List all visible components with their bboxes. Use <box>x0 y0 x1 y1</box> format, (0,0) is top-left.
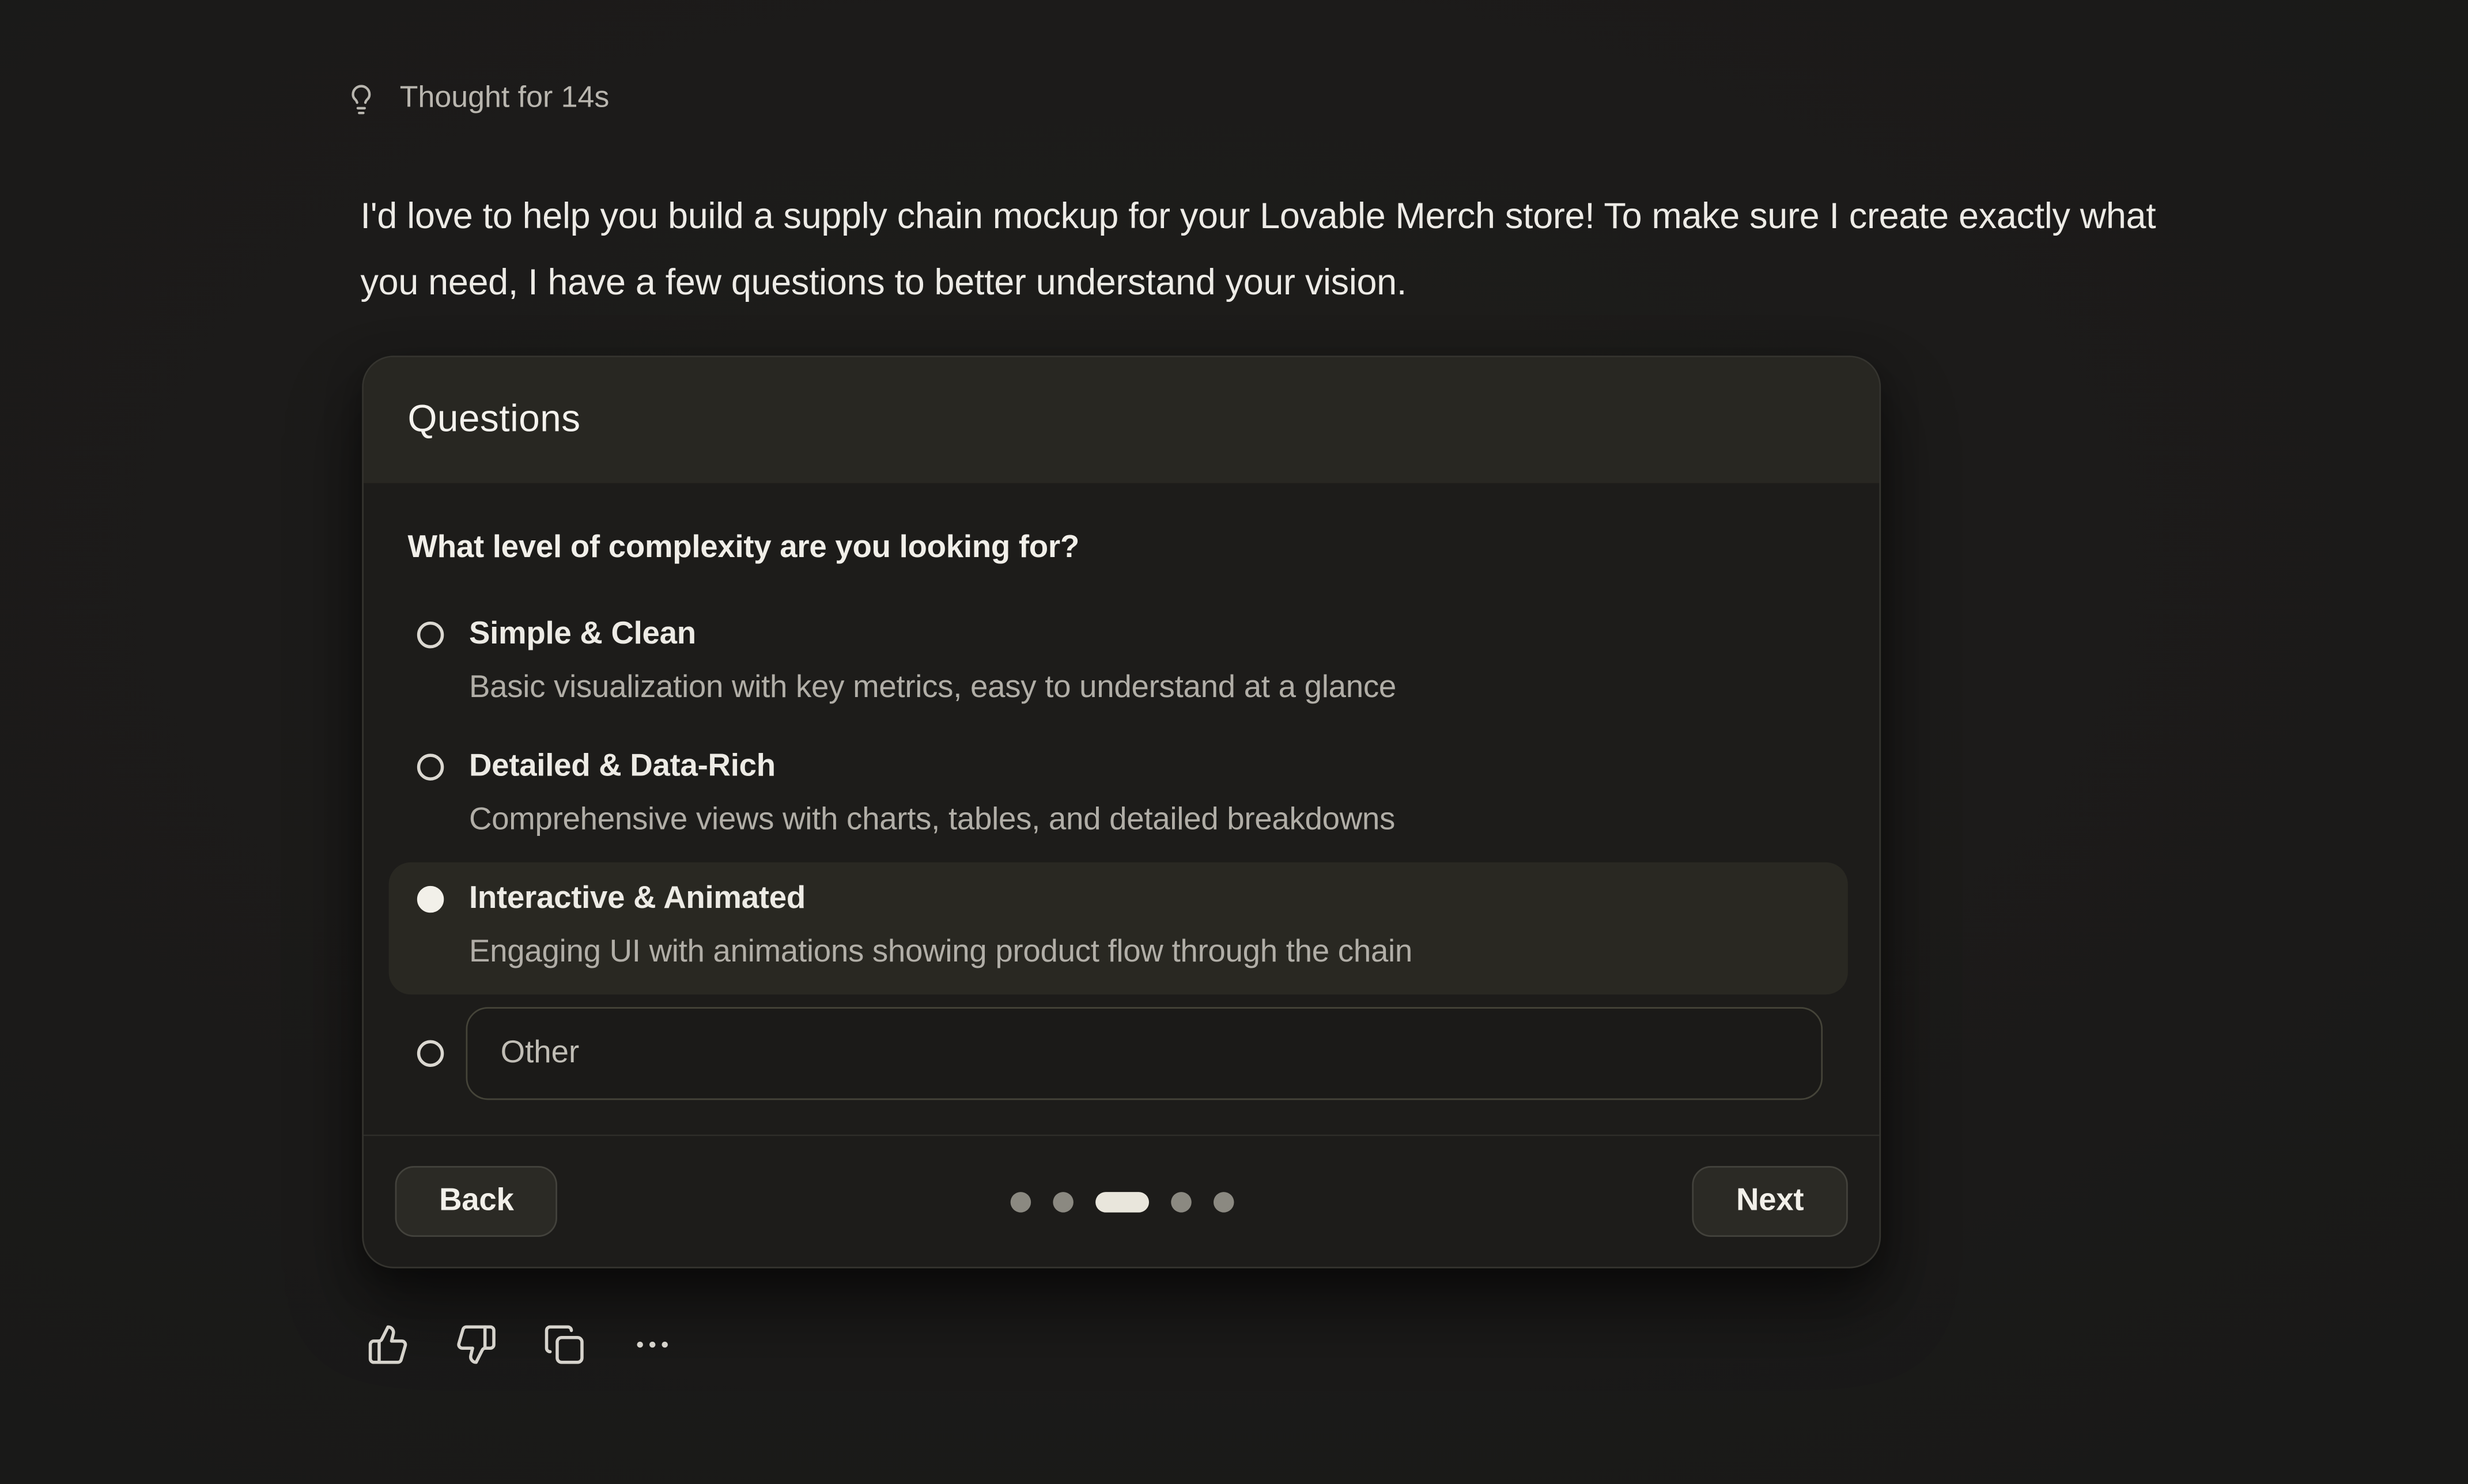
message-actions-toolbar <box>366 1323 674 1366</box>
option-label: Simple & Clean <box>469 614 1396 656</box>
pagination-dot <box>1052 1191 1073 1212</box>
thumbs-down-icon <box>455 1323 497 1366</box>
more-options-button[interactable] <box>631 1323 674 1366</box>
option-description: Engaging UI with animations showing prod… <box>469 932 1412 974</box>
radio-icon[interactable] <box>417 622 444 648</box>
thought-duration-row[interactable]: Thought for 14s <box>345 82 609 116</box>
question-text: What level of complexity are you looking… <box>407 531 1835 567</box>
option-detailed-data-rich[interactable]: Detailed & Data-Rich Comprehensive views… <box>389 730 1848 862</box>
questions-card-header: Questions <box>364 357 1879 483</box>
thumbs-up-button[interactable] <box>366 1323 409 1366</box>
options-list: Simple & Clean Basic visualization with … <box>389 598 1848 1112</box>
assistant-message-text: I'd love to help you build a supply chai… <box>361 183 2218 315</box>
next-button[interactable]: Next <box>1692 1166 1847 1237</box>
radio-icon[interactable] <box>417 886 444 913</box>
thumbs-down-button[interactable] <box>455 1323 497 1366</box>
questions-card-body: What level of complexity are you looking… <box>364 531 1879 1113</box>
copy-icon <box>543 1323 585 1366</box>
questions-card-footer: Back Next <box>364 1134 1879 1266</box>
questions-card-title: Questions <box>407 398 580 442</box>
copy-button[interactable] <box>543 1323 585 1366</box>
option-interactive-animated[interactable]: Interactive & Animated Engaging UI with … <box>389 862 1848 994</box>
option-description: Comprehensive views with charts, tables,… <box>469 800 1395 842</box>
back-button[interactable]: Back <box>395 1166 558 1237</box>
other-option-input[interactable] <box>466 1007 1823 1100</box>
radio-icon[interactable] <box>417 1040 444 1067</box>
chat-message-area: Thought for 14s I'd love to help you bui… <box>0 0 2468 1484</box>
option-label: Interactive & Animated <box>469 878 1412 921</box>
option-label: Detailed & Data-Rich <box>469 746 1395 789</box>
more-options-icon <box>631 1323 674 1366</box>
thumbs-up-icon <box>366 1323 409 1366</box>
thought-duration-label: Thought for 14s <box>400 82 610 116</box>
radio-icon[interactable] <box>417 754 444 780</box>
pagination-dot <box>1010 1191 1030 1212</box>
pagination-dot <box>1170 1191 1191 1212</box>
option-description: Basic visualization with key metrics, ea… <box>469 667 1396 710</box>
option-simple-clean[interactable]: Simple & Clean Basic visualization with … <box>389 598 1848 730</box>
pagination-dots <box>1010 1191 1233 1212</box>
questions-card: Questions What level of complexity are y… <box>362 355 1881 1268</box>
lightbulb-icon <box>345 82 377 115</box>
pagination-dot-active <box>1095 1191 1148 1212</box>
option-other[interactable] <box>389 994 1848 1112</box>
pagination-dot <box>1213 1191 1234 1212</box>
